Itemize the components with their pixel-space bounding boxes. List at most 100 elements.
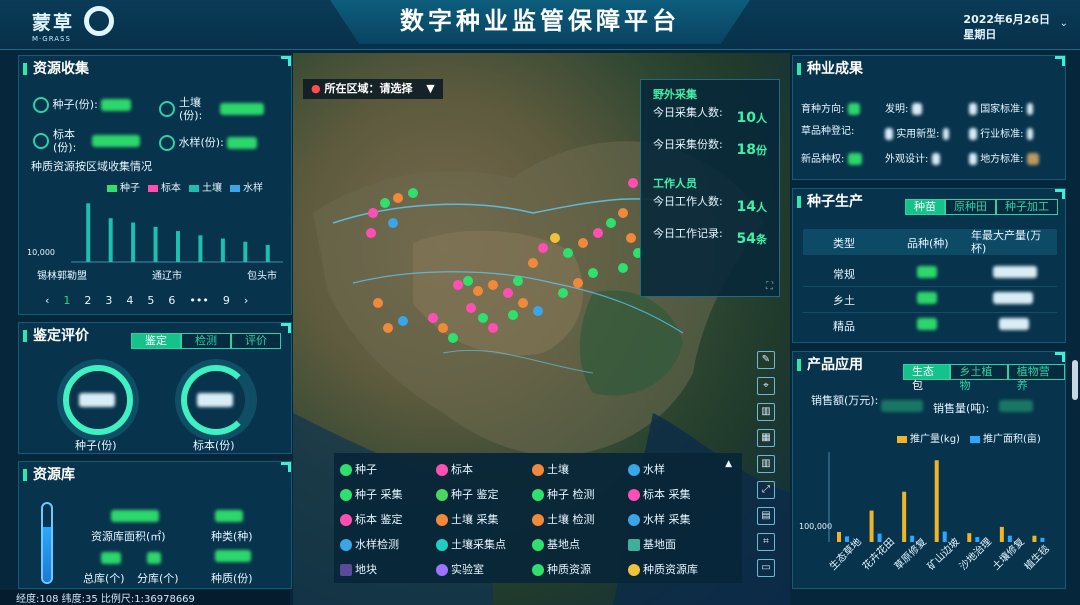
table-row: 常规 bbox=[803, 261, 1057, 287]
x-axis-labels: 生态草地 花卉花田 草原修复 矿山边坡 沙地治理 土壤修复 植生毯 bbox=[803, 537, 1061, 588]
blurred-value bbox=[215, 550, 251, 562]
stat-label: 土壤 (份): bbox=[179, 96, 203, 122]
legend-label: 水样检测 bbox=[355, 538, 399, 551]
tab-plant-nutrition[interactable]: 植物营养 bbox=[1007, 364, 1065, 392]
library-area-label: 资源库面积(㎡) bbox=[91, 530, 166, 543]
bar[interactable] bbox=[176, 231, 180, 262]
legend-item[interactable]: 标本 采集 bbox=[628, 482, 724, 507]
legend-item[interactable]: 种子 鉴定 bbox=[436, 482, 532, 507]
prev-page-button[interactable]: ‹ bbox=[45, 294, 49, 307]
legend-item[interactable]: 标本 bbox=[148, 179, 181, 194]
bar[interactable] bbox=[220, 238, 225, 262]
locate-icon[interactable]: ⌖ bbox=[757, 377, 775, 395]
page-4[interactable]: 4 bbox=[126, 294, 133, 307]
legend-item[interactable]: 标本 鉴定 bbox=[340, 507, 436, 532]
legend-marker-icon bbox=[436, 564, 448, 576]
date-display[interactable]: 2022年6月26日 星期日 bbox=[963, 12, 1050, 42]
legend-label: 水样 采集 bbox=[643, 513, 691, 526]
page-9[interactable]: 9 bbox=[223, 294, 230, 307]
page-ellipsis[interactable]: ••• bbox=[189, 294, 208, 307]
legend-item[interactable]: 土壤 检测 bbox=[532, 507, 628, 532]
legend-item[interactable]: 地块 bbox=[340, 557, 436, 582]
map-layer-icon[interactable]: ▥ bbox=[757, 403, 775, 421]
legend-label: 种质资源库 bbox=[643, 563, 698, 576]
grid-icon[interactable]: ▦ bbox=[757, 429, 775, 447]
stat-label: 种子(份): bbox=[52, 98, 98, 111]
map-toolbar: ✎ ⌖ ▥ ▦ ▥ ⤢ ▤ ⌗ ▭ bbox=[757, 351, 777, 585]
map-icon[interactable]: ▥ bbox=[757, 455, 775, 473]
corner-decoration bbox=[281, 462, 291, 472]
page-2[interactable]: 2 bbox=[84, 294, 91, 307]
tab-eco-pack[interactable]: 生态包 bbox=[903, 364, 951, 392]
page-title: 数字种业监管保障平台 bbox=[330, 0, 750, 44]
bar-kg[interactable] bbox=[934, 460, 939, 542]
bar-kg[interactable] bbox=[837, 531, 841, 542]
legend-item[interactable]: 水样 bbox=[230, 179, 263, 194]
bar[interactable] bbox=[131, 222, 136, 262]
legend-item[interactable]: 基地面 bbox=[628, 532, 724, 557]
legend-item[interactable]: 实验室 bbox=[436, 557, 532, 582]
product-tabs: 生态包 乡土植物 植物营养 bbox=[903, 364, 1065, 392]
tab-test[interactable]: 检测 bbox=[181, 333, 231, 349]
specimen-gauge bbox=[181, 365, 251, 435]
legend-item[interactable]: 种质资源库 bbox=[628, 557, 724, 582]
tab-identify[interactable]: 鉴定 bbox=[131, 333, 181, 349]
legend-marker-icon bbox=[436, 464, 448, 476]
legend-marker-icon bbox=[532, 489, 544, 501]
legend-item[interactable]: 水样 采集 bbox=[628, 507, 724, 532]
fullscreen-icon[interactable]: ⛶ bbox=[766, 281, 773, 292]
page-5[interactable]: 5 bbox=[147, 294, 154, 307]
scrollbar[interactable] bbox=[1072, 360, 1078, 400]
bar[interactable] bbox=[86, 203, 91, 262]
legend-item[interactable]: 种子 bbox=[107, 179, 140, 194]
legend-item[interactable]: 种子 采集 bbox=[340, 482, 436, 507]
bar-kg[interactable] bbox=[999, 526, 1004, 542]
tab-seedling[interactable]: 种苗 bbox=[905, 199, 945, 215]
legend-item[interactable]: 水样检测 bbox=[340, 532, 436, 557]
bar[interactable] bbox=[153, 226, 158, 262]
legend-marker-icon bbox=[340, 539, 352, 551]
legend-item[interactable]: 基地点 bbox=[532, 532, 628, 557]
bar-kg[interactable] bbox=[902, 491, 907, 542]
next-page-button[interactable]: › bbox=[244, 294, 248, 307]
map-view[interactable]: ● 所在区域：请选择 ▼ 野外采集 今日采集人数: 10人 今日采集份数: 18… bbox=[293, 53, 790, 605]
measure-icon[interactable]: ✎ bbox=[757, 351, 775, 369]
legend-item[interactable]: 土壤采集点 bbox=[436, 532, 532, 557]
legend-item[interactable]: 种子 bbox=[340, 457, 436, 482]
bar-kg[interactable] bbox=[967, 533, 972, 542]
legend-item[interactable]: 土壤 采集 bbox=[436, 507, 532, 532]
legend-item[interactable]: 土壤 bbox=[189, 179, 222, 194]
region-select[interactable]: ● 所在区域：请选择 ▼ bbox=[303, 79, 443, 99]
seed-results-panel: 种业成果 育种方向: 发明: 国家标准: 草品种登记: 实用新型: 行业标准: … bbox=[792, 55, 1066, 180]
legend-item[interactable]: 种子 检测 bbox=[532, 482, 628, 507]
legend-item[interactable]: 推广量(kg) bbox=[897, 430, 960, 445]
legend-item[interactable]: 水样 bbox=[628, 457, 724, 482]
tab-evaluate[interactable]: 评价 bbox=[231, 333, 281, 349]
legend-item[interactable]: 土壤 bbox=[532, 457, 628, 482]
result-item: 地方标准: bbox=[969, 150, 1063, 165]
page-6[interactable]: 6 bbox=[168, 294, 175, 307]
tab-breeder-field[interactable]: 原种田 bbox=[945, 199, 996, 215]
ruler-icon[interactable]: ▭ bbox=[757, 559, 775, 577]
bar[interactable] bbox=[108, 218, 113, 262]
tab-native-plants[interactable]: 乡土植物 bbox=[950, 364, 1008, 392]
legend-item[interactable]: 标本 bbox=[436, 457, 532, 482]
legend-item[interactable]: 推广面积(亩) bbox=[969, 430, 1041, 445]
legend-item[interactable]: 种质资源 bbox=[532, 557, 628, 582]
page-1[interactable]: 1 bbox=[63, 294, 70, 307]
legend-marker-icon bbox=[340, 489, 352, 501]
book-icon[interactable]: ▤ bbox=[757, 507, 775, 525]
bar[interactable] bbox=[198, 235, 203, 262]
bar[interactable] bbox=[265, 244, 270, 262]
expand-icon[interactable]: ⤢ bbox=[757, 481, 775, 499]
bar-kg[interactable] bbox=[869, 510, 874, 542]
bar-kg[interactable] bbox=[1032, 535, 1037, 542]
legend-label: 实验室 bbox=[451, 563, 484, 576]
crop-icon[interactable]: ⌗ bbox=[757, 533, 775, 551]
collapse-up-icon[interactable]: ▲ bbox=[725, 459, 732, 469]
chevron-down-icon[interactable]: ⌄ bbox=[1060, 18, 1068, 29]
page-3[interactable]: 3 bbox=[105, 294, 112, 307]
bar[interactable] bbox=[243, 241, 248, 262]
tab-seed-processing[interactable]: 种子加工 bbox=[996, 199, 1058, 215]
legend-marker-icon bbox=[340, 464, 352, 476]
